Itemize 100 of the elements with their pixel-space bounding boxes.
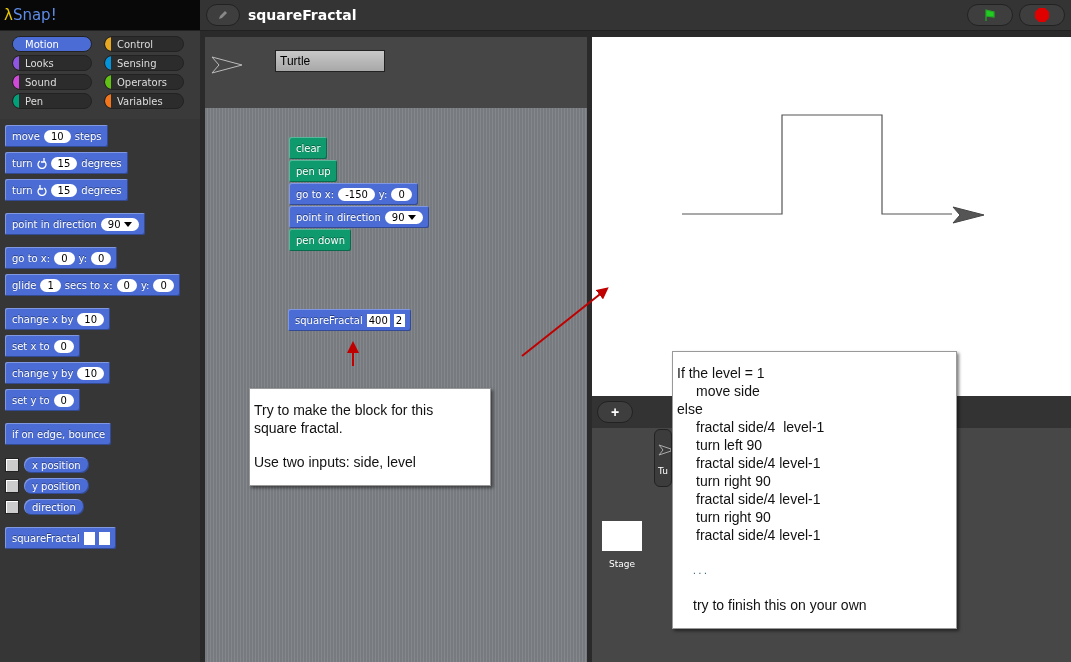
command-block[interactable]: squareFractal (5, 527, 116, 549)
flag-button[interactable] (967, 4, 1013, 26)
block-label: change y by (12, 367, 74, 379)
note-text: fractal side/4 level-1 (695, 490, 822, 508)
number-slot[interactable]: 10 (77, 366, 105, 380)
command-block[interactable]: squareFractal 400 2 (288, 309, 411, 331)
block-label: direction (32, 501, 76, 513)
edit-button[interactable] (206, 4, 240, 26)
project-title: squareFractal (248, 7, 357, 23)
stop-button[interactable] (1019, 4, 1065, 26)
block-label: point in direction (296, 211, 381, 223)
command-block[interactable]: go to x: -150 y: 0 (289, 183, 418, 205)
category-button[interactable]: Variables (104, 93, 184, 109)
category-button[interactable]: Control (104, 36, 184, 52)
category-button[interactable]: Pen (12, 93, 92, 109)
reporter-block[interactable]: x position (24, 457, 89, 473)
input-slot[interactable]: 400 (366, 313, 390, 327)
command-block[interactable]: set x to 0 (5, 335, 80, 357)
block-label: secs to x: (64, 279, 113, 291)
note-text: turn right 90 (695, 472, 772, 490)
command-block[interactable]: move 10 steps (5, 125, 108, 147)
number-slot[interactable]: 10 (43, 129, 71, 143)
note-text: If the level = 1 (677, 364, 766, 382)
block-label: set x to (12, 340, 50, 352)
block-label: steps (74, 130, 102, 142)
command-block[interactable]: turn 15 degrees (5, 152, 128, 174)
command-block[interactable]: turn 15 degrees (5, 179, 128, 201)
block-label: x position (32, 459, 81, 471)
category-button[interactable]: Sound (12, 74, 92, 90)
dropdown-slot[interactable]: 90 (384, 210, 423, 224)
note-text: else (677, 400, 704, 418)
block-label: pen down (296, 234, 345, 246)
note-text: fractal side/4 level-1 (695, 526, 822, 544)
note-text: turn left 90 (695, 436, 764, 454)
sprite-card[interactable]: Tu (654, 429, 672, 487)
block-label: degrees (81, 184, 122, 196)
number-slot[interactable]: 10 (77, 312, 105, 326)
command-block[interactable]: change x by 10 (5, 308, 111, 330)
snap-logo[interactable]: λSnap! (0, 0, 200, 30)
block-label: squareFractal (12, 532, 80, 544)
input-slot[interactable] (98, 531, 110, 545)
pencil-icon (217, 9, 229, 21)
number-slot[interactable]: 0 (91, 251, 112, 265)
number-slot[interactable]: -150 (338, 187, 375, 201)
block-label: y: (378, 188, 388, 200)
block-label: move (12, 130, 40, 142)
category-button[interactable]: Motion (12, 36, 92, 52)
stop-sign-icon (1035, 8, 1049, 22)
input-slot[interactable] (83, 531, 95, 545)
stage-label: Stage (609, 559, 635, 569)
add-sprite-button[interactable]: + (597, 401, 633, 423)
command-block[interactable]: set y to 0 (5, 389, 80, 411)
number-slot[interactable]: 0 (53, 339, 74, 353)
number-slot[interactable]: 0 (391, 187, 412, 201)
input-slot[interactable]: 2 (393, 313, 405, 327)
command-block[interactable]: if on edge, bounce (5, 423, 112, 445)
category-button[interactable]: Looks (12, 55, 92, 71)
block-label: degrees (81, 157, 122, 169)
counterclockwise-arrow-icon (36, 184, 47, 196)
command-block[interactable]: glide 1 secs to x: 0 y: 0 (5, 274, 180, 296)
number-slot[interactable]: 0 (54, 251, 75, 265)
command-block[interactable]: go to x: 0 y: 0 (5, 247, 118, 269)
checkbox[interactable] (5, 479, 19, 493)
checkbox[interactable] (5, 458, 19, 472)
command-block[interactable]: pen up (289, 160, 337, 182)
block-label: squareFractal (295, 314, 363, 326)
note-text: turn right 90 (695, 508, 772, 526)
block-label: y: (78, 252, 88, 264)
dropdown-slot[interactable]: 90 (100, 217, 139, 231)
reporter-block[interactable]: y position (24, 478, 89, 494)
command-block[interactable]: point in direction 90 (5, 213, 145, 235)
sprite-name-field[interactable]: Turtle (275, 50, 385, 72)
block-label: set y to (12, 394, 50, 406)
category-button[interactable]: Operators (104, 74, 184, 90)
turtle-icon (658, 444, 671, 456)
command-block[interactable]: point in direction 90 (289, 206, 429, 228)
command-block[interactable]: pen down (289, 229, 351, 251)
flag-icon (983, 8, 997, 22)
turtle-icon (952, 206, 985, 224)
number-slot[interactable]: 15 (50, 156, 78, 170)
note-text: . . . (692, 564, 708, 578)
number-slot[interactable]: 1 (40, 278, 61, 292)
number-slot[interactable]: 0 (116, 278, 137, 292)
number-slot[interactable]: 15 (50, 183, 78, 197)
checkbox[interactable] (5, 500, 19, 514)
category-button[interactable]: Sensing (104, 55, 184, 71)
reporter-block[interactable]: direction (24, 499, 84, 515)
command-block[interactable]: clear (289, 137, 327, 159)
block-label: go to x: (296, 188, 335, 200)
block-label: pen up (296, 165, 331, 177)
block-label: glide (12, 279, 37, 291)
block-label: y: (140, 279, 150, 291)
block-label: if on edge, bounce (12, 428, 106, 440)
stage-thumbnail[interactable] (602, 521, 642, 551)
number-slot[interactable]: 0 (153, 278, 174, 292)
caret-icon (407, 214, 416, 220)
command-block[interactable]: change y by 10 (5, 362, 111, 384)
caret-icon (123, 221, 132, 227)
block-label: turn (12, 157, 33, 169)
number-slot[interactable]: 0 (53, 393, 74, 407)
